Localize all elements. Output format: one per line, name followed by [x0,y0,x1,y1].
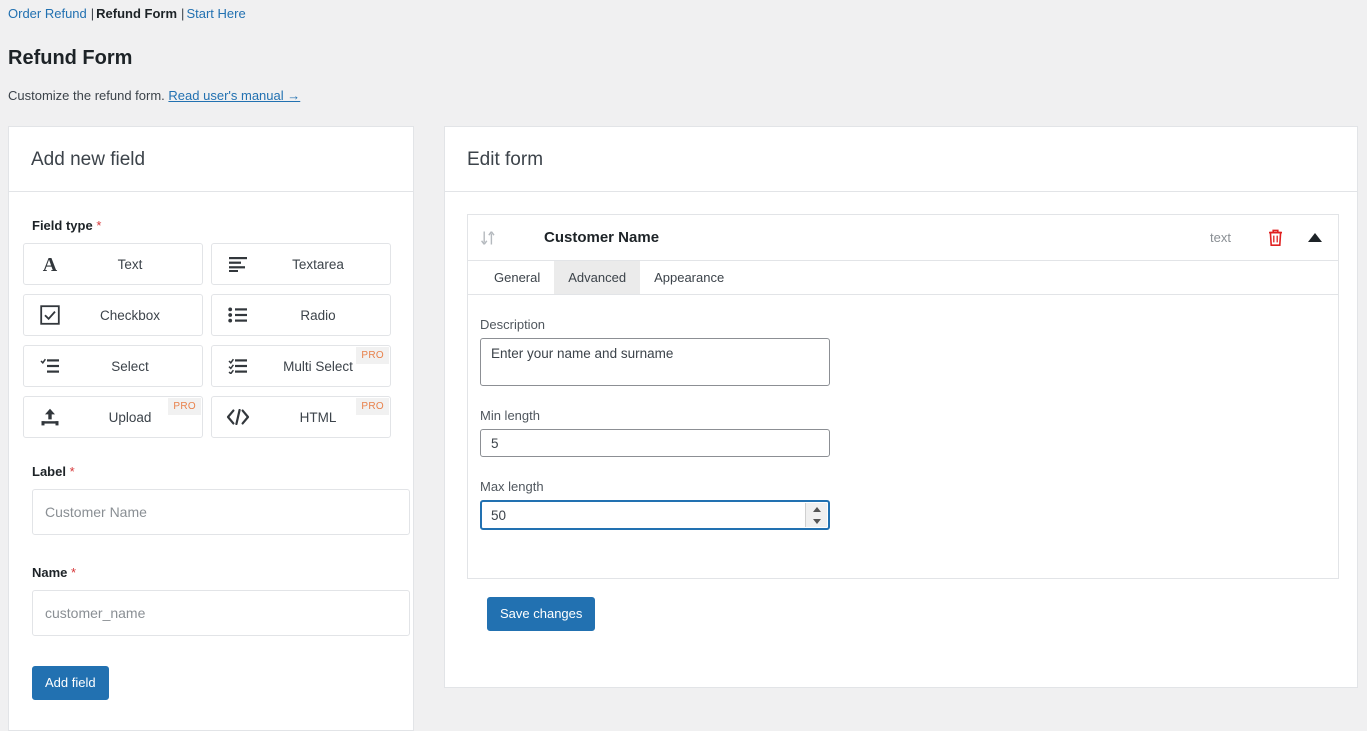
field-type-text-label: Text [76,257,202,272]
letter-a-icon: A [24,254,76,274]
field-type-required-mark: * [96,218,101,233]
pro-badge-multi-select: PRO [356,347,389,364]
field-type-checkbox[interactable]: Checkbox [23,294,203,336]
form-field-type-badge: text [1210,230,1231,245]
content-columns: Add new field Field type * A Text [0,126,1367,715]
field-type-textarea[interactable]: Textarea [211,243,391,285]
trash-icon[interactable] [1267,228,1284,247]
breadcrumb-separator: | [91,6,94,21]
page-title: Refund Form [8,46,1367,70]
bullet-list-icon [212,307,264,323]
checkbox-icon [24,305,76,325]
multi-select-icon [212,358,264,374]
add-new-field-column: Add new field Field type * A Text [8,126,414,731]
advanced-tab-panel: Description Min length Max length [468,295,1338,578]
field-type-multi-select[interactable]: Multi Select PRO [211,345,391,387]
add-new-field-panel: Add new field Field type * A Text [8,126,414,731]
form-field-name: Customer Name [544,229,659,246]
edit-form-panel: Edit form Customer Name text [444,126,1358,688]
upload-icon [24,408,76,426]
breadcrumb: Order Refund|Refund Form|Start Here [0,0,1367,22]
tab-advanced[interactable]: Advanced [554,261,640,294]
pro-badge-upload: PRO [168,398,201,415]
field-type-label: Field type * [32,218,391,233]
max-length-label: Max length [480,479,1318,494]
pro-badge-html: PRO [356,398,389,415]
field-type-upload[interactable]: Upload PRO [23,396,203,438]
page-subtitle-text: Customize the refund form. [8,88,165,103]
field-type-html[interactable]: HTML PRO [211,396,391,438]
label-input[interactable] [32,489,410,535]
svg-text:A: A [43,254,58,274]
label-field-label: Label * [32,464,391,479]
form-field-card: Customer Name text [467,214,1339,579]
tab-general[interactable]: General [480,261,554,294]
description-label: Description [480,317,1318,332]
field-type-text[interactable]: A Text [23,243,203,285]
field-type-select-label: Select [76,359,202,374]
caret-up-icon[interactable] [1308,233,1322,242]
field-type-radio-label: Radio [264,308,390,323]
name-input[interactable] [32,590,410,636]
page-subtitle: Customize the refund form. Read user's m… [8,88,1367,104]
field-type-checkbox-label: Checkbox [76,308,202,323]
edit-form-title: Edit form [445,127,1357,192]
min-length-label: Min length [480,408,1318,423]
field-type-radio[interactable]: Radio [211,294,391,336]
save-changes-button[interactable]: Save changes [487,597,595,631]
name-field-required-mark: * [71,565,76,580]
breadcrumb-link-start-here[interactable]: Start Here [186,6,245,21]
save-changes-wrap: Save changes [467,579,1339,657]
drag-sort-icon[interactable] [480,230,506,246]
form-field-header: Customer Name text [468,215,1338,261]
max-length-field-wrap [480,500,830,530]
breadcrumb-current-refund-form: Refund Form [96,6,177,21]
name-field-label-text: Name [32,565,67,580]
max-length-input[interactable] [480,500,830,530]
select-list-icon [24,358,76,374]
breadcrumb-link-order-refund[interactable]: Order Refund [8,6,87,21]
edit-form-body: Customer Name text [445,192,1357,687]
tab-appearance[interactable]: Appearance [640,261,738,294]
label-field-required-mark: * [70,464,75,479]
code-icon [212,409,264,425]
add-new-field-body: Field type * A Text [9,192,413,730]
text-lines-icon [212,256,264,272]
description-textarea[interactable] [480,338,830,386]
field-type-select[interactable]: Select [23,345,203,387]
label-field-label-text: Label [32,464,66,479]
min-length-input[interactable] [480,429,830,457]
user-manual-link[interactable]: Read user's manual → [168,88,300,103]
name-field-label: Name * [32,565,391,580]
breadcrumb-separator-2: | [181,6,184,21]
field-type-textarea-label: Textarea [264,257,390,272]
field-type-grid: A Text Textarea [23,243,391,438]
edit-form-column: Edit form Customer Name text [444,126,1358,688]
field-type-label-text: Field type [32,218,93,233]
number-spinner-icon[interactable] [805,503,827,527]
field-settings-tabs: General Advanced Appearance [468,261,1338,295]
add-new-field-title: Add new field [9,127,413,192]
add-field-button[interactable]: Add field [32,666,109,700]
